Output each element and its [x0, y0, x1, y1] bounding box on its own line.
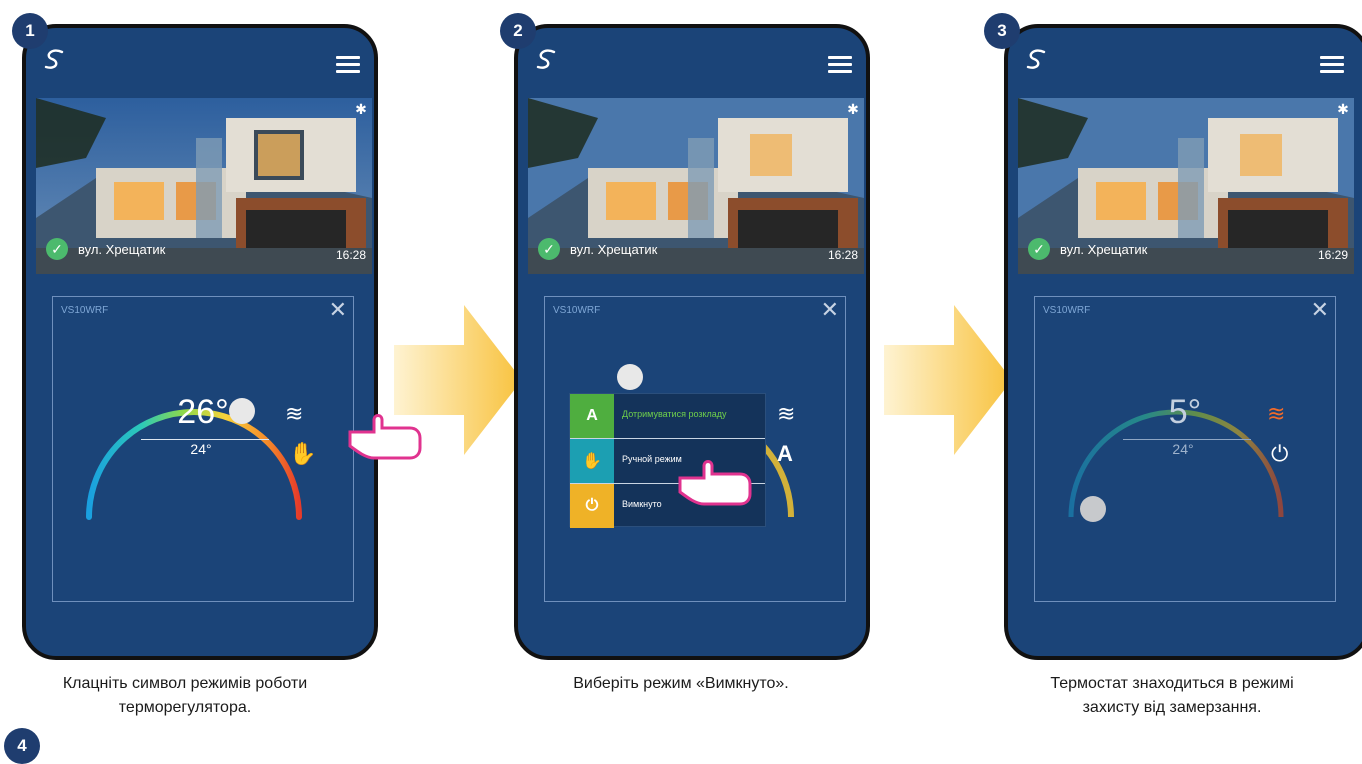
location-label: вул. Хрещатик	[570, 242, 658, 257]
check-icon: ✓	[1028, 238, 1050, 260]
close-icon[interactable]: ✕	[329, 297, 347, 323]
set-temperature: 24°	[1172, 441, 1194, 457]
top-bar	[518, 28, 866, 94]
power-icon: ⏻	[570, 484, 614, 528]
house-photo[interactable]: ✱ ✓ вул. Хрещатик 16:28	[528, 98, 864, 274]
location-label: вул. Хрещатик	[78, 242, 166, 257]
schedule-icon: A	[570, 394, 614, 438]
caption-line: Клацніть символ режимів роботи	[62, 675, 308, 692]
power-icon[interactable]: ⏻	[1271, 441, 1288, 467]
heat-icon: ≋	[777, 401, 796, 426]
device-name: VS10WRF	[61, 305, 109, 316]
current-temperature: 26°	[177, 393, 229, 431]
step-badge: 1	[12, 13, 48, 49]
phone-screen: ✱ ✓ вул. Хрещатик 16:28 VS10WRF ✕ 26° 24…	[22, 24, 378, 660]
pointer-hand-icon	[678, 460, 752, 506]
gear-icon[interactable]: ✱	[846, 102, 860, 116]
device-name: VS10WRF	[1043, 305, 1091, 316]
step-3: 3 ✱ ✓ вул. Хрещатик 16:29 VS10WRF ✕ 5° 2…	[982, 0, 1362, 744]
house-photo[interactable]: ✱ ✓ вул. Хрещатик 16:28	[36, 98, 372, 274]
step-badge: 3	[984, 13, 1020, 49]
hand-mode-icon[interactable]: ✋	[289, 441, 316, 467]
menu-item-label: Дотримуватися розкладу	[622, 409, 727, 419]
step-caption: Клацніть символ режимів роботи терморегу…	[0, 672, 370, 720]
step-1: 1 ✱ ✓ вул. Хрещатик 16:28 VS10WRF ✕ 26° …	[0, 0, 422, 764]
set-temperature: 24°	[190, 441, 212, 457]
heat-icon: ≋	[285, 401, 304, 426]
phone-screen: ✱ ✓ вул. Хрещатик 16:29 VS10WRF ✕ 5° 24°…	[1004, 24, 1362, 660]
device-name: VS10WRF	[553, 305, 601, 316]
close-icon[interactable]: ✕	[1311, 297, 1329, 323]
step-caption: Термостат знаходиться в режимі захисту в…	[982, 672, 1362, 720]
temperature-divider	[141, 439, 269, 440]
schedule-icon[interactable]: A	[777, 441, 793, 467]
step-caption: Виберіть режим «Вимкнуто».	[496, 672, 866, 696]
menu-icon[interactable]	[1320, 56, 1344, 74]
thermostat-panel: VS10WRF ✕ 26° 24° ≋ ✋	[52, 296, 354, 602]
top-bar	[26, 28, 374, 94]
heat-icon: ≋	[1267, 401, 1286, 426]
time-label: 16:28	[335, 248, 366, 262]
hand-mode-icon: ✋	[570, 439, 614, 483]
phone-screen: ✱ ✓ вул. Хрещатик 16:28 VS10WRF ✕ A Дотр…	[514, 24, 870, 660]
top-bar	[1008, 28, 1362, 94]
gear-icon[interactable]: ✱	[354, 102, 368, 116]
current-temperature: 5°	[1168, 393, 1202, 431]
menu-icon[interactable]	[336, 56, 360, 74]
menu-item-label: Вимкнуто	[622, 499, 662, 509]
footer-badge: 4	[4, 728, 40, 764]
gear-icon[interactable]: ✱	[1336, 102, 1350, 116]
close-icon[interactable]: ✕	[821, 297, 839, 323]
caption-line: терморегулятора.	[118, 699, 252, 716]
time-label: 16:28	[827, 248, 858, 262]
caption-line: Виберіть режим «Вимкнуто».	[573, 675, 789, 692]
step-badge: 2	[500, 13, 536, 49]
logo-icon	[44, 49, 64, 69]
logo-icon	[536, 49, 556, 69]
time-label: 16:29	[1317, 248, 1348, 262]
menu-item-label: Ручной режим	[622, 454, 682, 464]
check-icon: ✓	[538, 238, 560, 260]
menu-item-schedule[interactable]: A Дотримуватися розкладу	[570, 394, 765, 439]
caption-line: Термостат знаходиться в режимі	[1050, 675, 1294, 692]
house-photo[interactable]: ✱ ✓ вул. Хрещатик 16:29	[1018, 98, 1354, 274]
logo-icon	[1026, 49, 1046, 69]
location-label: вул. Хрещатик	[1060, 242, 1148, 257]
thermostat-panel: VS10WRF ✕ 5° 24° ≋ ⏻	[1034, 296, 1336, 602]
menu-icon[interactable]	[828, 56, 852, 74]
dial-knob	[1080, 496, 1106, 522]
step-2: 2 ✱ ✓ вул. Хрещатик 16:28 VS10WRF ✕ A До…	[496, 0, 870, 744]
check-icon: ✓	[46, 238, 68, 260]
caption-line: захисту від замерзання.	[1082, 699, 1262, 716]
temperature-divider	[1123, 439, 1251, 440]
